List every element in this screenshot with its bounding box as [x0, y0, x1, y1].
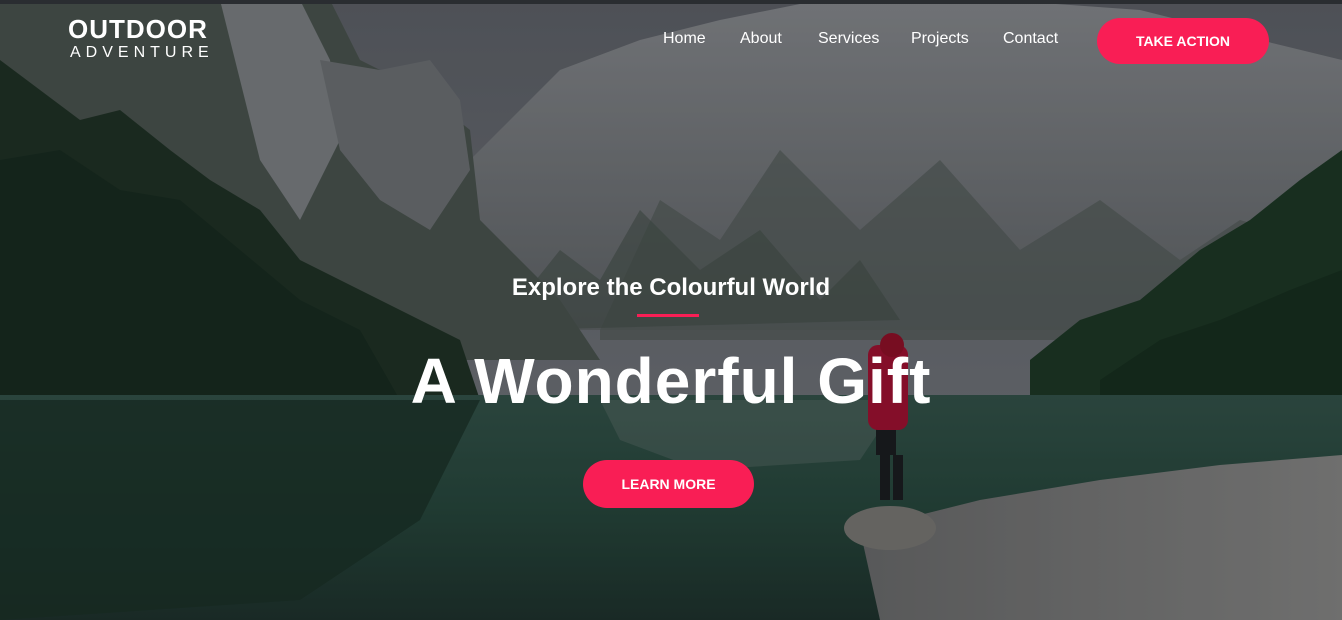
- logo-subtitle: ADVENTURE: [70, 44, 214, 61]
- hero-subtitle: Explore the Colourful World: [511, 274, 831, 301]
- hero-background-image: [0, 0, 1342, 620]
- nav-item-projects[interactable]: Projects: [911, 30, 969, 48]
- hero-section: OUTDOOR ADVENTURE Home About Services Pr…: [0, 0, 1342, 620]
- learn-more-button[interactable]: LEARN MORE: [583, 460, 754, 508]
- nav-item-home[interactable]: Home: [663, 30, 706, 48]
- hero-title: A Wonderful Gift: [410, 345, 932, 417]
- nav-item-about[interactable]: About: [740, 30, 782, 48]
- top-border: [0, 0, 1342, 4]
- subtitle-underline-divider: [637, 314, 699, 317]
- nav-item-services[interactable]: Services: [818, 30, 879, 48]
- logo-title: OUTDOOR: [68, 14, 208, 44]
- nav-item-contact[interactable]: Contact: [1003, 30, 1058, 48]
- take-action-button[interactable]: TAKE ACTION: [1097, 18, 1269, 64]
- site-logo[interactable]: OUTDOOR ADVENTURE: [68, 15, 214, 63]
